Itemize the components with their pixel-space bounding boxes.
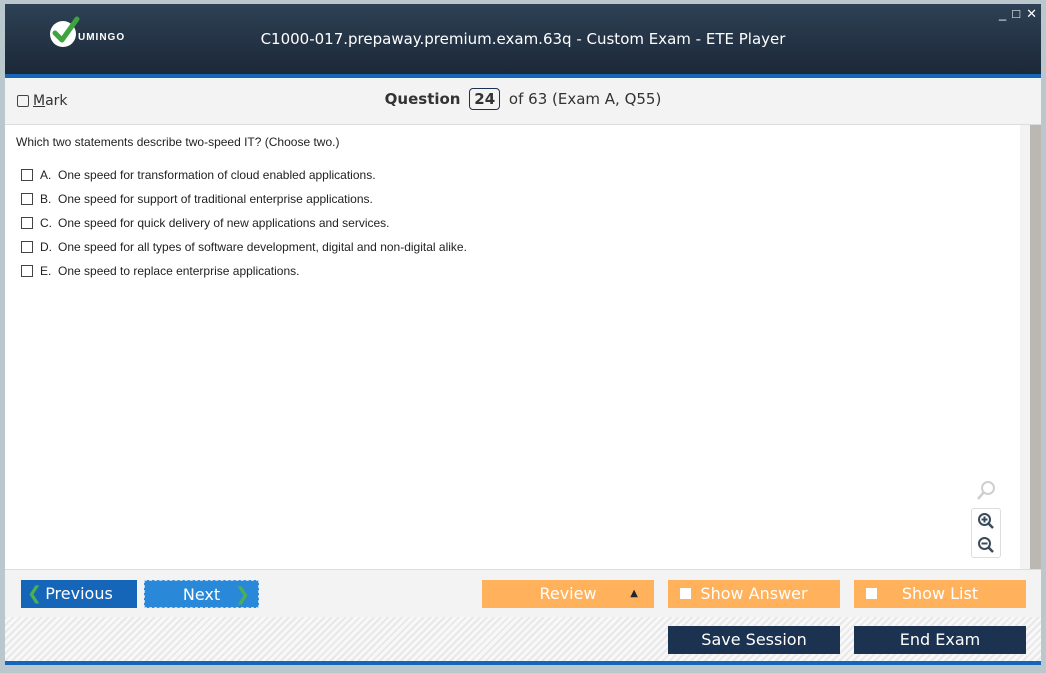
review-label: Review xyxy=(539,584,597,603)
next-button[interactable]: Next ❯ xyxy=(144,580,259,608)
question-content: Which two statements describe two-speed … xyxy=(5,125,1020,569)
question-bar: Mark Question 24 of 63 (Exam A, Q55) xyxy=(5,78,1041,125)
show-answer-checkbox[interactable] xyxy=(680,588,691,599)
option-checkbox[interactable] xyxy=(21,265,33,277)
question-indicator: Question 24 of 63 (Exam A, Q55) xyxy=(5,88,1041,110)
option-text: One speed to replace enterprise applicat… xyxy=(58,264,300,278)
window-controls: _ □ ✕ xyxy=(999,6,1037,22)
close-icon[interactable]: ✕ xyxy=(1026,6,1037,22)
show-list-label: Show List xyxy=(901,584,979,603)
search-icon[interactable] xyxy=(975,480,997,502)
navigation-bar: ❮ Previous Next ❯ Review ▲ Show Answer S… xyxy=(5,569,1041,618)
app-window: UMINGO C1000-017.prepaway.premium.exam.6… xyxy=(5,4,1041,665)
title-bar: UMINGO C1000-017.prepaway.premium.exam.6… xyxy=(5,4,1041,78)
chevron-right-icon: ❯ xyxy=(234,584,250,605)
show-list-toggle[interactable]: Show List xyxy=(854,580,1026,608)
previous-button[interactable]: ❮ Previous xyxy=(21,580,137,608)
option-text: One speed for all types of software deve… xyxy=(58,240,467,254)
option-checkbox[interactable] xyxy=(21,193,33,205)
show-answer-toggle[interactable]: Show Answer xyxy=(668,580,840,608)
question-total: of 63 (Exam A, Q55) xyxy=(508,90,662,108)
zoom-out-icon[interactable] xyxy=(977,536,995,554)
end-exam-button[interactable]: End Exam xyxy=(854,626,1026,654)
option-checkbox[interactable] xyxy=(21,217,33,229)
option-c[interactable]: C. One speed for quick delivery of new a… xyxy=(21,211,467,235)
option-e[interactable]: E. One speed to replace enterprise appli… xyxy=(21,259,467,283)
save-session-button[interactable]: Save Session xyxy=(668,626,840,654)
option-b[interactable]: B. One speed for support of traditional … xyxy=(21,187,467,211)
option-letter: E. xyxy=(40,264,52,278)
next-label: Next xyxy=(182,585,221,604)
question-text: Which two statements describe two-speed … xyxy=(16,135,340,149)
window-title: C1000-017.prepaway.premium.exam.63q - Cu… xyxy=(260,30,786,48)
chevron-left-icon: ❮ xyxy=(27,583,43,604)
option-checkbox[interactable] xyxy=(21,241,33,253)
minimize-icon[interactable]: _ xyxy=(999,6,1006,22)
answer-options: A. One speed for transformation of cloud… xyxy=(21,163,467,283)
show-answer-label: Show Answer xyxy=(700,584,808,603)
review-button[interactable]: Review ▲ xyxy=(482,580,654,608)
option-letter: A. xyxy=(40,168,52,182)
maximize-icon[interactable]: □ xyxy=(1012,6,1020,22)
option-letter: D. xyxy=(40,240,52,254)
option-letter: B. xyxy=(40,192,52,206)
option-d[interactable]: D. One speed for all types of software d… xyxy=(21,235,467,259)
option-text: One speed for support of traditional ent… xyxy=(58,192,373,206)
footer-bar: Save Session End Exam xyxy=(5,617,1041,665)
caret-up-icon: ▲ xyxy=(630,588,638,599)
option-checkbox[interactable] xyxy=(21,169,33,181)
zoom-in-icon[interactable] xyxy=(977,512,995,530)
previous-label: Previous xyxy=(45,584,113,603)
question-number-input[interactable]: 24 xyxy=(469,88,501,110)
vertical-scrollbar[interactable] xyxy=(1030,125,1041,569)
show-list-checkbox[interactable] xyxy=(866,588,877,599)
zoom-controls xyxy=(971,508,1001,558)
option-a[interactable]: A. One speed for transformation of cloud… xyxy=(21,163,467,187)
option-letter: C. xyxy=(40,216,52,230)
option-text: One speed for transformation of cloud en… xyxy=(58,168,376,182)
zoom-tools xyxy=(971,480,1001,558)
option-text: One speed for quick delivery of new appl… xyxy=(58,216,390,230)
question-label: Question xyxy=(384,90,461,108)
